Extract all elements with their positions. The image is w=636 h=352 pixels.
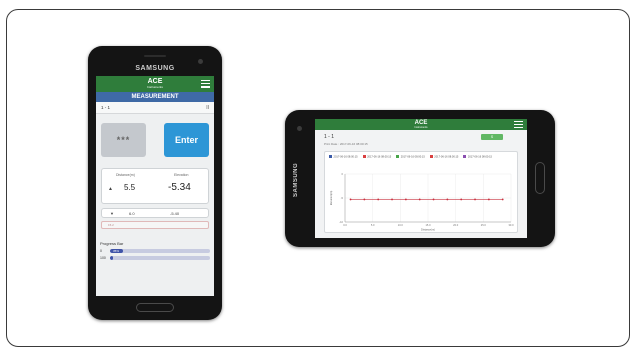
progress-label: 0 — [100, 249, 102, 253]
data-point — [377, 198, 380, 201]
up-arrow-icon: ▲ — [108, 186, 113, 192]
app-header: ACE Instruments — [315, 119, 527, 130]
progress-row: 100 — [100, 256, 210, 260]
portrait-phone: SAMSUNG ACE Instruments MEASUREMENT 1 - … — [88, 46, 222, 320]
data-point — [460, 198, 463, 201]
data-point — [487, 198, 490, 201]
data-point — [391, 198, 393, 201]
previous-distance: 6.0 — [129, 211, 135, 216]
legend-swatch — [463, 155, 467, 158]
x-tick-label: 0.0 — [343, 223, 347, 227]
legend-item: 2017-06-16 08:00:15 — [429, 155, 459, 160]
y-tick-label: -10 — [339, 220, 343, 224]
front-camera — [198, 59, 203, 64]
speaker-grille — [144, 55, 166, 57]
front-camera — [297, 126, 302, 131]
readout-card: Distance(m) Elevation ▲ 5.5 -5.34 — [101, 168, 209, 204]
y-tick-label: -5 — [341, 196, 344, 200]
measurement-id: 1 - 1 — [101, 105, 111, 110]
legend-item: 2017-06-16 08:00:15 — [396, 155, 425, 160]
app-logo: ACE Instruments — [142, 78, 168, 89]
progress-label: 100 — [100, 256, 106, 260]
legend-label: 2017-06-16 08:00:15 — [400, 155, 425, 159]
legend-swatch — [362, 155, 366, 158]
elevation-header: Elevation — [174, 173, 189, 177]
data-point — [363, 198, 366, 201]
portrait-screen: ACE Instruments MEASUREMENT 1 - 1 II ***… — [96, 76, 214, 296]
save-button[interactable]: S — [481, 134, 503, 140]
x-tick-label: 15.0 — [425, 223, 431, 227]
phone-brand: SAMSUNG — [293, 162, 299, 198]
enter-button[interactable]: Enter — [164, 123, 209, 157]
legend-label: 2017-06-16 08:00:15 — [367, 155, 392, 159]
chart-panel: 2017-06-16 08:00:15 2017-06-16 08:00:15 20… — [324, 151, 518, 233]
previous-readout: ▼ 6.0 -5.40 — [101, 208, 209, 218]
legend-label: 2017-06-16 08:00:15 — [434, 155, 459, 159]
hamburger-menu-icon[interactable] — [201, 80, 210, 90]
x-axis-label: Distance(m) — [421, 228, 435, 232]
hamburger-menu-icon[interactable] — [514, 121, 523, 130]
logo-subtext: Instruments — [414, 126, 428, 129]
x-tick-label: 5.0 — [371, 223, 375, 227]
app-logo: ACE Instruments — [410, 120, 432, 129]
legend-swatch — [429, 155, 433, 158]
legend-item: 2017-06-16 08:00:15 — [329, 155, 358, 160]
legend-label: 2017-06-16 08:00:15 — [333, 155, 358, 159]
legend-swatch — [329, 155, 332, 158]
previous-elevation: -5.40 — [170, 211, 180, 216]
data-point — [446, 198, 449, 201]
progress-row: 0 35% — [100, 249, 210, 253]
pause-icon[interactable]: II — [206, 105, 209, 111]
home-button[interactable] — [535, 162, 545, 194]
y-axis-label: Elevation(m) — [329, 191, 333, 206]
logo-subtext: Instruments — [147, 85, 163, 89]
landscape-phone: SAMSUNG ACE Instruments 1 - 1 Print Date… — [285, 110, 555, 247]
data-point — [501, 198, 504, 201]
note-field[interactable]: 15.2 — [101, 221, 209, 229]
more-button[interactable]: *** — [101, 123, 146, 157]
legend-label: 2017-06-16 08:00:15 — [467, 155, 492, 159]
action-buttons: *** Enter — [96, 114, 214, 157]
x-tick-label: 25.0 — [481, 223, 487, 227]
progress-fill: 35% — [110, 249, 123, 253]
legend-swatch — [396, 155, 400, 158]
legend-item: 2017-06-16 08:00:15 — [362, 155, 392, 160]
phone-brand: SAMSUNG — [135, 65, 175, 72]
print-date: Print Date : 2017-06-16 08:00:15 — [324, 142, 368, 146]
x-tick-label: 30.0 — [508, 223, 514, 227]
data-point — [349, 198, 352, 201]
x-tick-label: 10.0 — [398, 223, 404, 227]
data-point — [474, 198, 476, 201]
chart-legend: 2017-06-16 08:00:15 2017-06-16 08:00:15 20… — [329, 155, 515, 160]
x-tick-label: 20.0 — [453, 223, 459, 227]
y-tick-label: 0 — [342, 172, 344, 176]
data-point — [418, 198, 421, 201]
elevation-value: -5.34 — [168, 182, 191, 193]
progress-fill — [110, 256, 113, 260]
data-point — [404, 198, 407, 201]
chart-info: 1 - 1 Print Date : 2017-06-16 08:00:15 S — [315, 130, 527, 148]
measurement-row: 1 - 1 II — [96, 102, 214, 114]
home-button[interactable] — [136, 303, 174, 312]
distance-header: Distance(m) — [116, 173, 135, 177]
line-chart: 0.0 5.0 10.0 15.0 20.0 25.0 30.0 0 -5 -10 Distance… — [329, 172, 514, 232]
distance-value: 5.5 — [124, 183, 136, 192]
screen-title: MEASUREMENT — [96, 92, 214, 102]
landscape-screen: ACE Instruments 1 - 1 Print Date : 2017-… — [315, 119, 527, 238]
progress-title: Progress Bar — [100, 241, 124, 246]
data-point — [432, 198, 435, 201]
progress-bar — [110, 256, 210, 260]
app-header: ACE Instruments — [96, 76, 214, 92]
logo-text: ACE — [147, 78, 163, 85]
measurement-id: 1 - 1 — [324, 134, 335, 140]
legend-item: 2017-06-16 08:00:15 — [463, 155, 492, 160]
progress-bar: 35% — [110, 249, 210, 253]
down-arrow-icon: ▼ — [110, 211, 114, 216]
